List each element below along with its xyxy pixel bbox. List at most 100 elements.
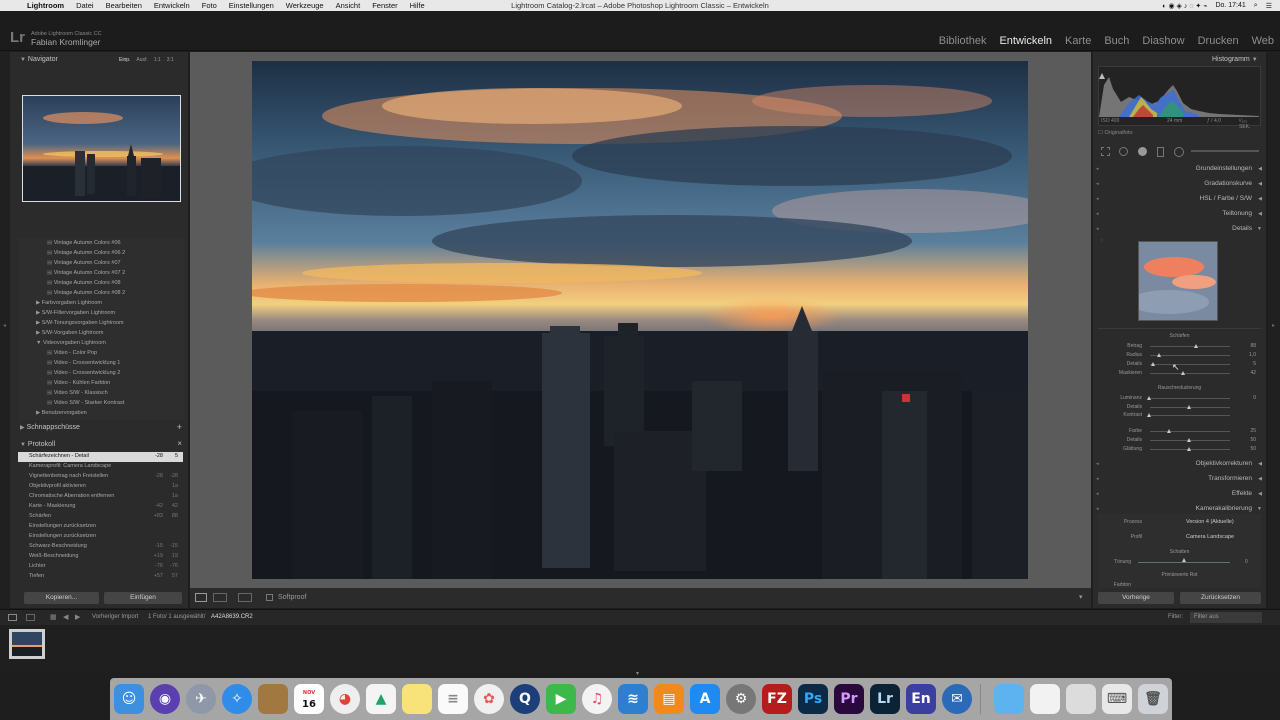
premiere-icon[interactable]: Pr bbox=[834, 684, 864, 714]
slider-value[interactable]: 42 bbox=[1242, 370, 1256, 376]
history-item[interactable]: Weiß-Beschneidung +19 19 bbox=[18, 552, 183, 562]
search-icon[interactable]: ⌕ bbox=[1254, 2, 1258, 10]
slider-knob[interactable] bbox=[1167, 429, 1171, 433]
preset-item[interactable]: ▤ Video - Crossentwicklung 2 bbox=[47, 370, 120, 376]
slider-value[interactable]: 1,0 bbox=[1242, 352, 1256, 358]
menu-hilfe[interactable]: Hilfe bbox=[410, 1, 425, 10]
panel-section-header[interactable]: Transformieren bbox=[1208, 475, 1252, 482]
adjustment-brush-slider[interactable] bbox=[1191, 150, 1259, 152]
preset-item[interactable]: ▤ Video - Kühlen Farbton bbox=[47, 380, 110, 386]
radial-filter-icon[interactable] bbox=[1174, 147, 1184, 157]
slider-track[interactable] bbox=[1150, 373, 1230, 374]
history-item[interactable]: Karte - Maskierung -42 42 bbox=[18, 502, 183, 512]
google-drive-icon[interactable]: ▲ bbox=[366, 684, 396, 714]
section-collapse-arrow-icon[interactable]: ◀ bbox=[1258, 461, 1262, 467]
paste-button[interactable]: Einfügen bbox=[104, 592, 182, 604]
slider-knob[interactable] bbox=[1187, 405, 1191, 409]
slider-value[interactable]: 88 bbox=[1242, 343, 1256, 349]
detail-preview[interactable] bbox=[1138, 241, 1218, 321]
slider-value[interactable]: 50 bbox=[1242, 437, 1256, 443]
preset-folder[interactable]: ▶ S/W-Filtervorgaben Lightroom bbox=[36, 310, 115, 316]
tint-slider-track[interactable] bbox=[1138, 562, 1230, 563]
slider-track[interactable] bbox=[1150, 346, 1230, 347]
menu-app[interactable]: Lightroom bbox=[27, 1, 64, 10]
slider-value[interactable]: 25 bbox=[1242, 428, 1256, 434]
process-select[interactable]: Version 4 (Aktuelle) bbox=[1186, 519, 1234, 525]
slider-value[interactable]: 0 bbox=[1242, 395, 1256, 401]
before-after-icon[interactable] bbox=[213, 593, 227, 602]
copy-button[interactable]: Kopieren... bbox=[24, 592, 99, 604]
module-web[interactable]: Web bbox=[1252, 35, 1274, 47]
history-item[interactable]: Vignettenbetrag nach Freistellen -28 -28 bbox=[18, 472, 183, 482]
section-collapse-arrow-icon[interactable]: ▼ bbox=[1257, 226, 1262, 232]
preset-item[interactable]: ▤ Vintage Autumn Colors #07 2 bbox=[47, 270, 125, 276]
navigator-preview[interactable] bbox=[22, 95, 181, 202]
filezilla-icon[interactable]: FZ bbox=[762, 684, 792, 714]
preset-item[interactable]: ▤ Vintage Autumn Colors #06 2 bbox=[47, 250, 125, 256]
add-snapshot-button[interactable]: + bbox=[177, 422, 182, 432]
panel-section-header[interactable]: Objektivkorrekturen bbox=[1196, 460, 1252, 467]
module-buch[interactable]: Buch bbox=[1104, 35, 1129, 47]
slider-value[interactable]: 50 bbox=[1242, 446, 1256, 452]
facetime-icon[interactable]: ▶ bbox=[546, 684, 576, 714]
panel-switch-icon[interactable]: ◂ bbox=[1096, 211, 1099, 217]
photos-icon[interactable]: ✿ bbox=[474, 684, 504, 714]
history-item[interactable]: Einstellungen zurücksetzen bbox=[18, 522, 183, 532]
slider-track[interactable] bbox=[1150, 364, 1230, 365]
app-store-icon[interactable]: A bbox=[690, 684, 720, 714]
preset-folder[interactable]: ▼ Videovorgaben Lightroom bbox=[36, 340, 106, 346]
zoom-3-1[interactable]: 3:1 bbox=[167, 57, 174, 63]
preset-item[interactable]: ▤ Video - Crossentwicklung 1 bbox=[47, 360, 120, 366]
clear-history-button[interactable]: × bbox=[177, 439, 182, 448]
clock[interactable]: Do. 17:41 bbox=[1215, 2, 1245, 9]
history-item[interactable]: Einstellungen zurücksetzen bbox=[18, 532, 183, 542]
history-item[interactable]: Schärfen +83 88 bbox=[18, 512, 183, 522]
panel-switch-icon[interactable]: ◂ bbox=[1096, 476, 1099, 482]
reminders-icon[interactable]: ≡ bbox=[438, 684, 468, 714]
filmstrip-thumbnail[interactable] bbox=[9, 629, 45, 659]
panel-switch-icon[interactable]: ◂ bbox=[1096, 181, 1099, 187]
panel-section-header[interactable]: Teiltonung bbox=[1222, 210, 1252, 217]
history-item[interactable]: Schwarz-Beschneidung -15 -15 bbox=[18, 542, 183, 552]
siri-icon[interactable]: ◉ bbox=[150, 684, 180, 714]
module-entwickeln[interactable]: Entwickeln bbox=[999, 35, 1052, 47]
slider-knob[interactable] bbox=[1180, 371, 1185, 375]
calendar-icon[interactable]: NOV 16 bbox=[294, 684, 324, 714]
preset-item[interactable]: ▤ Video S/W - Klassisch bbox=[47, 390, 108, 396]
menu-ansicht[interactable]: Ansicht bbox=[336, 1, 361, 10]
navigator-header[interactable]: ▼ Navigator bbox=[20, 56, 58, 63]
zoom-1-1[interactable]: 1:1 bbox=[154, 57, 161, 63]
grid-view-icon[interactable]: ▦ bbox=[50, 613, 57, 621]
slider-knob[interactable] bbox=[1147, 413, 1151, 417]
menu-datei[interactable]: Datei bbox=[76, 1, 94, 10]
slider-track[interactable] bbox=[1150, 355, 1230, 356]
notification-icon[interactable]: ☰ bbox=[1266, 2, 1272, 10]
left-panel-collapse-strip[interactable]: ◂ bbox=[0, 52, 10, 608]
preset-folder[interactable]: ▶ Farbvorgaben Lightroom bbox=[36, 300, 102, 306]
slider-track[interactable] bbox=[1150, 431, 1230, 432]
launchpad-icon[interactable]: ✈ bbox=[186, 684, 216, 714]
slider-knob[interactable] bbox=[1194, 344, 1199, 348]
preset-item[interactable]: ▤ Video - Color Pop bbox=[47, 350, 97, 356]
stickies-icon[interactable] bbox=[402, 684, 432, 714]
chrome-icon[interactable]: ◕ bbox=[330, 684, 360, 714]
slider-knob[interactable] bbox=[1187, 438, 1191, 442]
target-adjust-icon[interactable]: ◌ bbox=[1100, 238, 1104, 244]
menu-entwickeln[interactable]: Entwickeln bbox=[154, 1, 190, 10]
filter-select[interactable]: Filter aus bbox=[1190, 612, 1262, 623]
panel-section-header[interactable]: Effekte bbox=[1232, 490, 1252, 497]
panel-section-header[interactable]: Kamerakalibrierung bbox=[1196, 505, 1252, 512]
preset-folder[interactable]: ▶ S/W-Tonungsvorgaben Lightroom bbox=[36, 320, 124, 326]
profile-select[interactable]: Camera Landscape bbox=[1186, 534, 1234, 540]
section-collapse-arrow-icon[interactable]: ◀ bbox=[1258, 196, 1262, 202]
tint-slider-knob[interactable] bbox=[1182, 558, 1186, 562]
lightroom-icon[interactable]: Lr bbox=[870, 684, 900, 714]
itunes-icon[interactable]: ♫ bbox=[582, 684, 612, 714]
menu-fenster[interactable]: Fenster bbox=[372, 1, 397, 10]
folder-icon[interactable] bbox=[994, 684, 1024, 714]
quicktime-icon[interactable]: Q bbox=[510, 684, 540, 714]
ibooks-icon[interactable]: ▤ bbox=[654, 684, 684, 714]
filmstrip-collapse-icon[interactable]: ▾ bbox=[636, 670, 639, 677]
slider-knob[interactable] bbox=[1187, 447, 1191, 451]
spot-removal-icon[interactable] bbox=[1119, 147, 1128, 156]
